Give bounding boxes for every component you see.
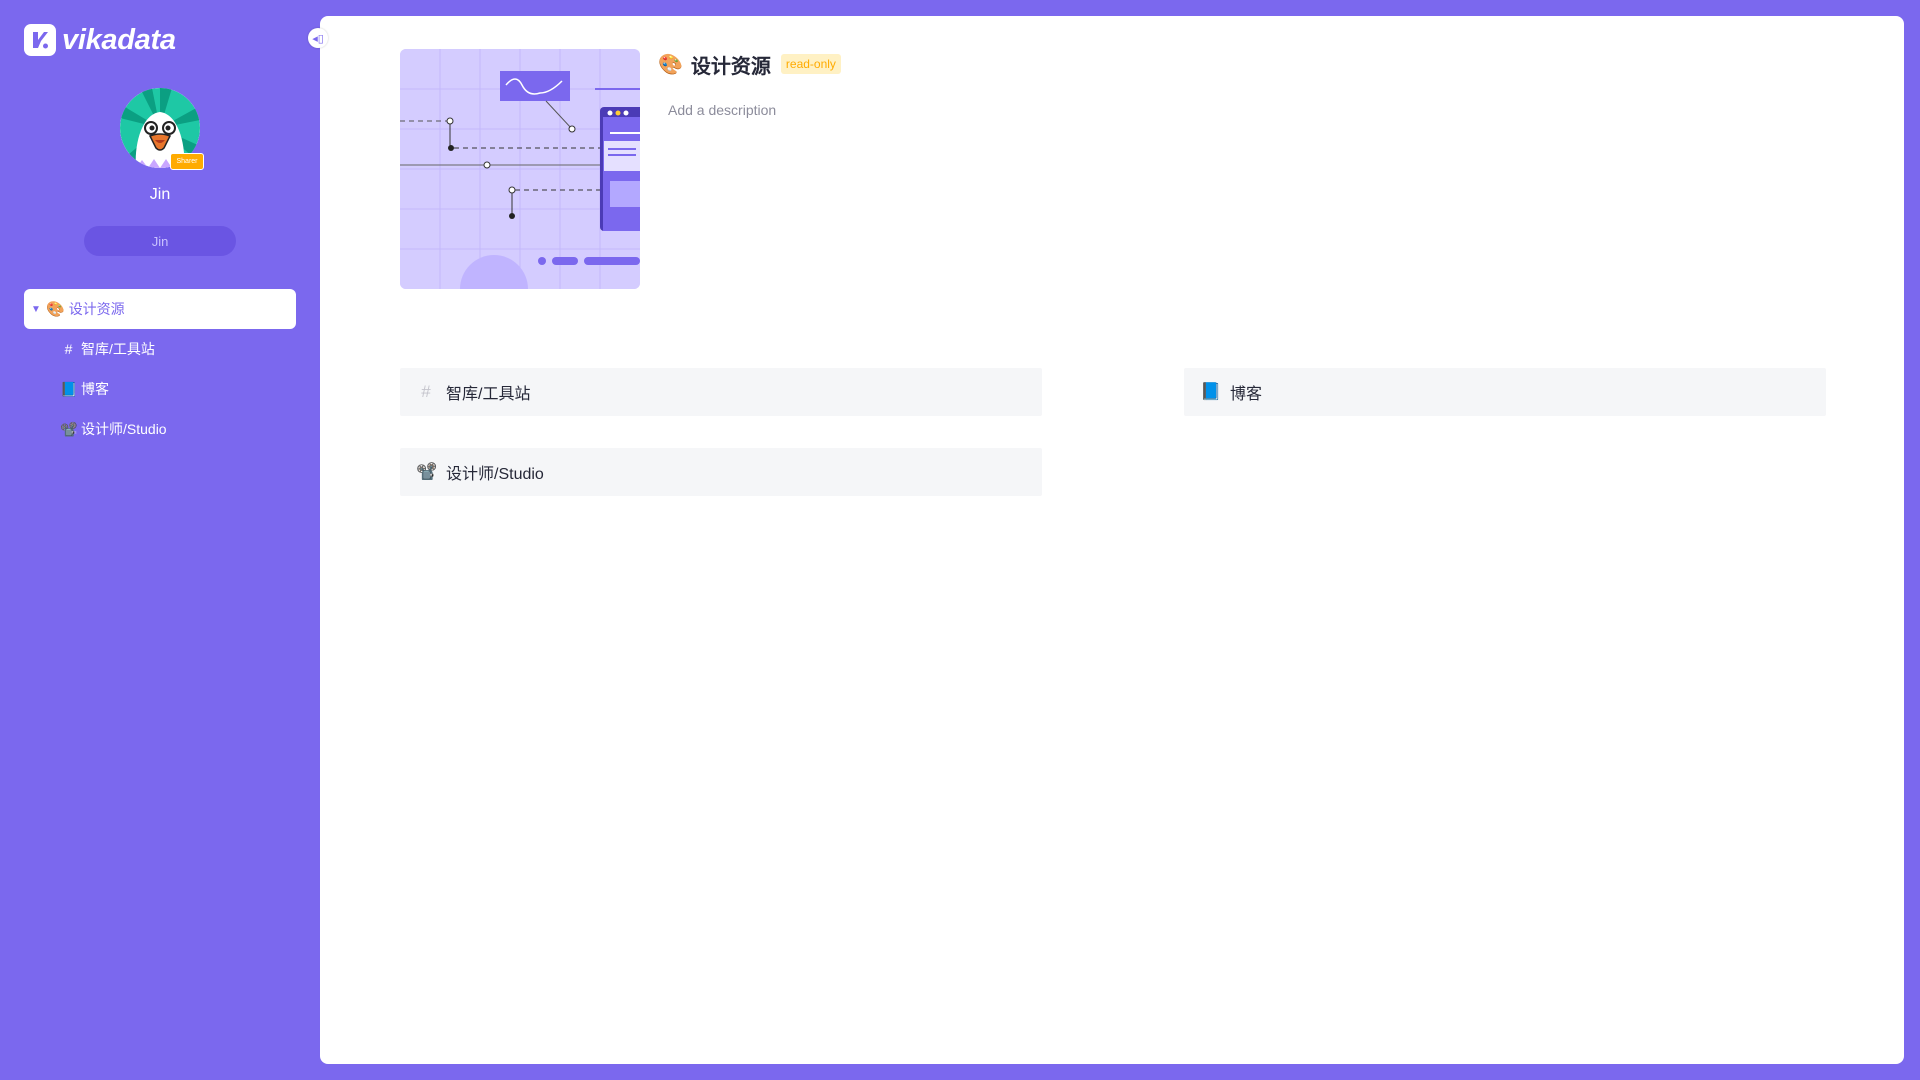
description-placeholder[interactable]: Add a description [668, 102, 776, 118]
node-card-label: 博客 [1230, 386, 1263, 403]
brand-name: vikadata [62, 23, 176, 56]
projector-icon: 📽️ [60, 420, 78, 437]
node-card-blog[interactable]: 📘 博客 [1184, 368, 1826, 416]
folder-title: 🎨 设计资源 read-only [658, 50, 841, 78]
book-icon: 📘 [1200, 382, 1222, 401]
tree-root-label: 设计资源 [68, 301, 125, 317]
palette-icon: 🎨 [658, 53, 683, 76]
page-title: 设计资源 [690, 55, 771, 78]
collapse-sidebar-icon[interactable]: ◂▯ [308, 28, 328, 48]
sidebar-item-label: 博客 [81, 381, 109, 397]
node-card-tools[interactable]: # 智库/工具站 [400, 368, 1042, 416]
hash-icon: # [421, 382, 431, 401]
sidebar-item-tools[interactable]: # 智库/工具站 [24, 329, 296, 369]
sharer-badge: Sharer [170, 153, 204, 170]
caret-down-icon[interactable]: ▼ [30, 304, 42, 315]
folder-tree: ▼ 🎨 设计资源 # 智库/工具站 📘 博客 📽️ 设计师/Studio [24, 289, 296, 449]
sidebar: vikadata Sharer Jin Jin ▼ 🎨 设计资源 # 智库/工具… [0, 0, 320, 1080]
main-panel: 🎨 设计资源 read-only Add a description # 智库/… [320, 16, 1904, 1064]
vikadata-logo[interactable]: vikadata [24, 24, 176, 56]
palette-icon: 🎨 [46, 301, 65, 318]
projector-icon: 📽️ [416, 462, 438, 481]
book-icon: 📘 [60, 380, 78, 397]
sidebar-item-label: 设计师/Studio [81, 421, 167, 437]
sidebar-item-label: 智库/工具站 [81, 341, 155, 357]
folder-cover-image [400, 49, 640, 289]
vikadata-logo-icon [24, 24, 56, 56]
tree-root-folder[interactable]: ▼ 🎨 设计资源 [24, 289, 296, 329]
sidebar-item-studio[interactable]: 📽️ 设计师/Studio [24, 409, 296, 449]
user-name: Jin [149, 186, 171, 203]
user-pill[interactable]: Jin [84, 226, 236, 256]
node-card-label: 设计师/Studio [446, 466, 544, 483]
node-card-studio[interactable]: 📽️ 设计师/Studio [400, 448, 1042, 496]
permission-badge: read-only [780, 54, 841, 74]
hash-icon: # [64, 341, 73, 357]
node-card-label: 智库/工具站 [446, 386, 531, 403]
sidebar-item-blog[interactable]: 📘 博客 [24, 369, 296, 409]
